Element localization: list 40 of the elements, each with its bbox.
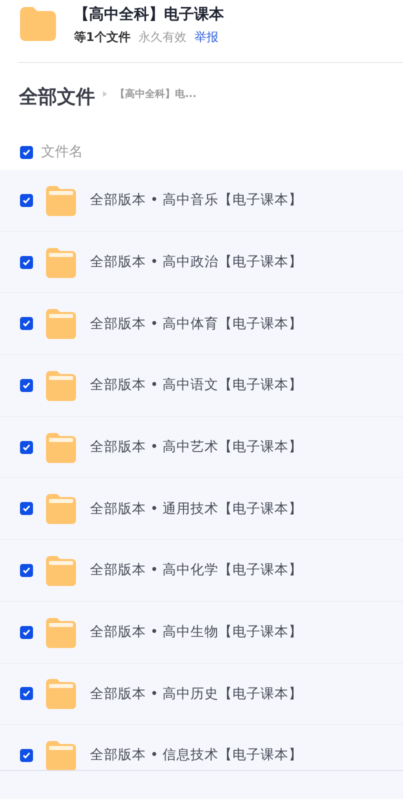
folder-icon — [45, 308, 77, 340]
folder-icon — [45, 554, 77, 586]
breadcrumb-current: 【高中全科】电... — [115, 87, 196, 102]
file-name[interactable]: 全部版本 • 高中政治【电子课本】 — [90, 252, 303, 272]
breadcrumb-root[interactable]: 全部文件 — [19, 83, 95, 112]
folder-icon — [45, 740, 77, 770]
folder-icon — [18, 4, 58, 44]
file-checkbox[interactable] — [20, 687, 33, 700]
folder-icon — [45, 184, 77, 216]
share-title: 【高中全科】电子课本 — [74, 4, 224, 24]
file-count: 等1个文件 — [74, 29, 130, 46]
file-checkbox[interactable] — [20, 564, 33, 577]
folder-icon — [45, 370, 77, 401]
validity-text: 永久有效 — [138, 29, 186, 46]
file-name[interactable]: 全部版本 • 高中音乐【电子课本】 — [90, 190, 303, 210]
column-header: 文件名 — [41, 143, 83, 162]
folder-icon — [45, 246, 77, 278]
file-name[interactable]: 全部版本 • 高中语文【电子课本】 — [90, 375, 303, 396]
file-checkbox[interactable] — [20, 256, 33, 269]
folder-icon — [45, 493, 77, 524]
file-name[interactable]: 全部版本 • 信息技术【电子课本】 — [90, 745, 303, 766]
folder-icon — [45, 678, 77, 710]
file-name[interactable]: 全部版本 • 通用技术【电子课本】 — [90, 498, 303, 519]
folder-icon — [45, 432, 77, 463]
file-checkbox[interactable] — [20, 378, 33, 392]
file-name[interactable]: 全部版本 • 高中艺术【电子课本】 — [90, 436, 303, 458]
file-checkbox[interactable] — [20, 440, 33, 454]
select-all-checkbox[interactable] — [20, 146, 33, 159]
file-name[interactable]: 全部版本 • 高中体育【电子课本】 — [90, 314, 303, 334]
file-checkbox[interactable] — [20, 194, 33, 207]
file-checkbox[interactable] — [20, 626, 33, 639]
file-checkbox[interactable] — [20, 317, 33, 330]
file-name[interactable]: 全部版本 • 高中生物【电子课本】 — [90, 622, 303, 642]
separator-icon — [103, 91, 107, 97]
file-checkbox[interactable] — [20, 502, 33, 516]
file-name[interactable]: 全部版本 • 高中历史【电子课本】 — [90, 684, 303, 704]
report-link[interactable]: 举报 — [194, 28, 218, 46]
file-checkbox[interactable] — [20, 749, 33, 762]
file-name[interactable]: 全部版本 • 高中化学【电子课本】 — [90, 560, 303, 581]
folder-icon — [45, 616, 77, 648]
